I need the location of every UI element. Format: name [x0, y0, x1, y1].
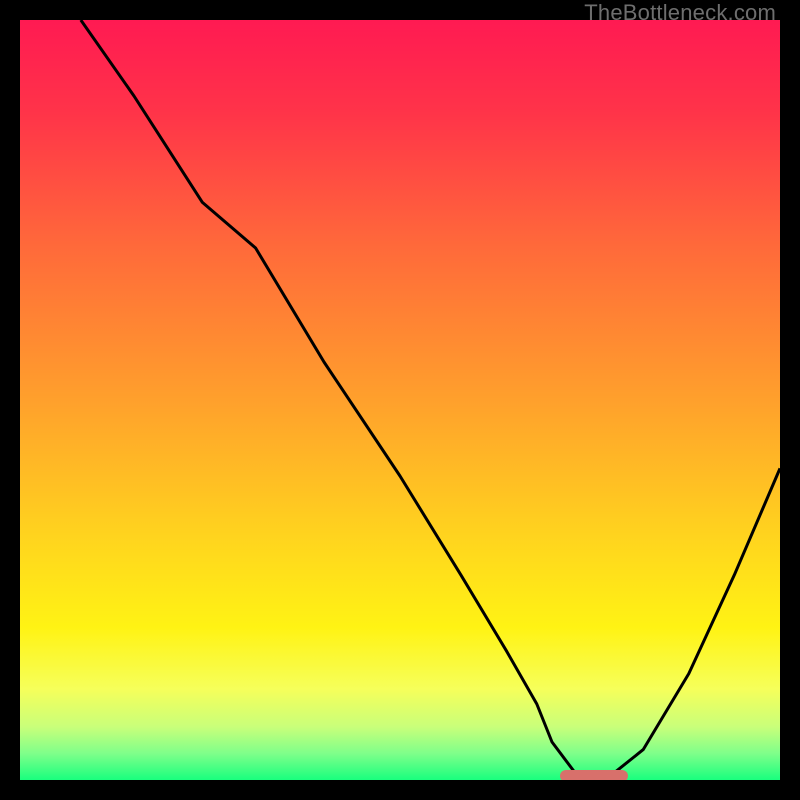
- gradient-background: [20, 20, 780, 780]
- outer-frame: TheBottleneck.com: [0, 0, 800, 800]
- optimal-range-marker: [560, 770, 628, 780]
- plot-svg: [20, 20, 780, 780]
- plot-area: [20, 20, 780, 780]
